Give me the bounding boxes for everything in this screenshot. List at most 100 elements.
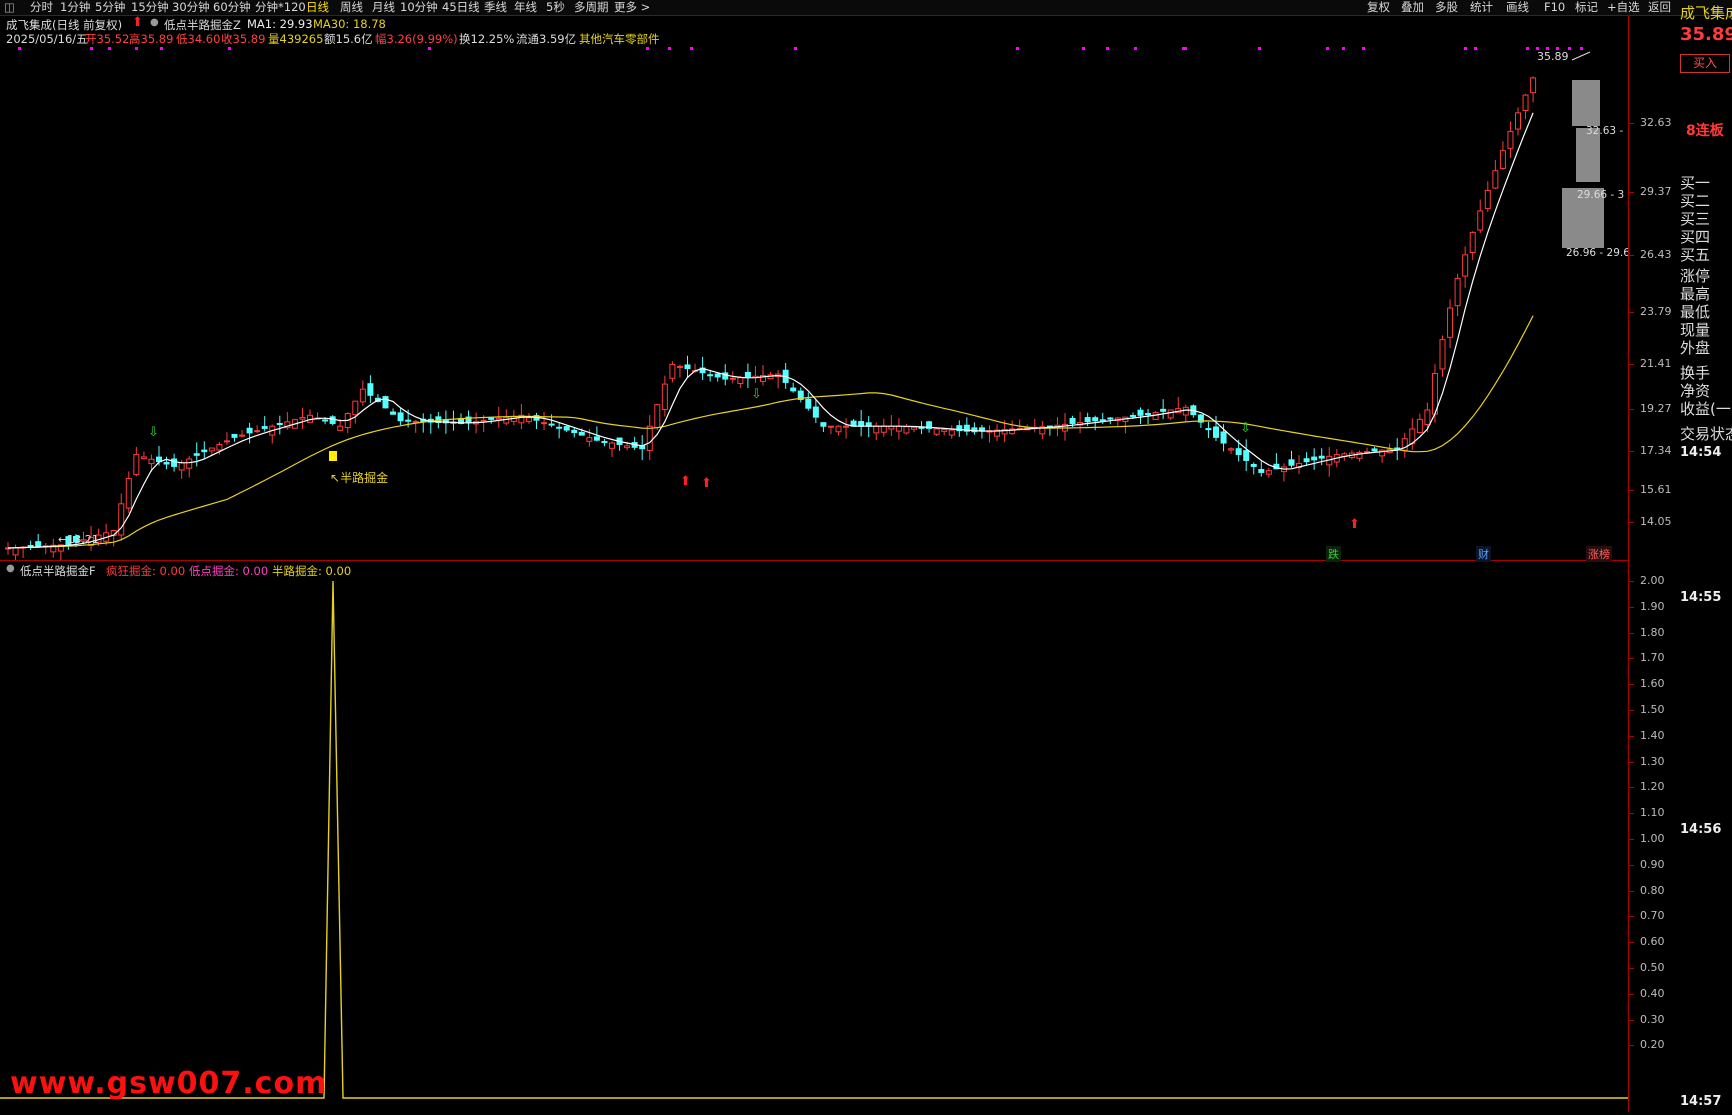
- candle-body[interactable]: [1152, 412, 1159, 420]
- kline-panel[interactable]: ⇩ ⇩ ⇩ ⬆ ⬆ ⬆: [0, 16, 1628, 563]
- candle-body[interactable]: [895, 425, 902, 432]
- candle-body[interactable]: [1084, 417, 1091, 423]
- period-tab-2[interactable]: 5分钟: [95, 0, 125, 15]
- candle-body[interactable]: [1258, 468, 1265, 473]
- candle-body[interactable]: [133, 454, 140, 476]
- candle-body[interactable]: [367, 383, 374, 396]
- candle-body[interactable]: [1099, 419, 1106, 422]
- candle-body[interactable]: [1439, 339, 1446, 370]
- candle-body[interactable]: [27, 545, 34, 548]
- candle-body[interactable]: [873, 425, 880, 434]
- toolbar-button-4[interactable]: 画线: [1506, 0, 1529, 15]
- candle-body[interactable]: [601, 441, 608, 444]
- candle-body[interactable]: [405, 419, 412, 422]
- candle-body[interactable]: [299, 416, 306, 420]
- candle-body[interactable]: [208, 447, 215, 452]
- candle-body[interactable]: [669, 363, 676, 379]
- candle-body[interactable]: [322, 419, 329, 422]
- candle-body[interactable]: [382, 396, 389, 409]
- candle-body[interactable]: [790, 387, 797, 392]
- candle-body[interactable]: [609, 442, 615, 449]
- candle-body[interactable]: [1243, 450, 1250, 461]
- period-tab-10[interactable]: 10分钟: [400, 0, 438, 15]
- toolbar-button-7[interactable]: +自选: [1607, 0, 1640, 15]
- candle-body[interactable]: [231, 433, 238, 438]
- candle-body[interactable]: [140, 456, 147, 460]
- candle-body[interactable]: [35, 541, 42, 547]
- candle-body[interactable]: [276, 422, 283, 425]
- period-tab-14[interactable]: 5秒: [546, 0, 565, 15]
- kline-chart[interactable]: ⇩ ⇩ ⇩ ⬆ ⬆ ⬆: [0, 16, 1628, 563]
- toolbar-button-2[interactable]: 多股: [1435, 0, 1458, 15]
- candle-body[interactable]: [1220, 431, 1227, 444]
- candle-body[interactable]: [171, 458, 178, 467]
- candle-body[interactable]: [525, 417, 532, 423]
- candle-body[interactable]: [1477, 210, 1484, 231]
- candle-body[interactable]: [254, 430, 261, 433]
- badge-fall[interactable]: 跌: [1326, 546, 1341, 562]
- period-tab-11[interactable]: 45日线: [442, 0, 480, 15]
- sub-settings-icon[interactable]: ●: [6, 563, 15, 574]
- buy-button[interactable]: 买入: [1680, 54, 1730, 73]
- candle-body[interactable]: [911, 426, 917, 430]
- candle-body[interactable]: [239, 434, 246, 437]
- candle-body[interactable]: [216, 443, 223, 451]
- candle-body[interactable]: [359, 388, 366, 403]
- candle-body[interactable]: [843, 425, 850, 428]
- candle-body[interactable]: [1092, 417, 1099, 422]
- candle-body[interactable]: [903, 426, 910, 434]
- badge-limit-list[interactable]: 涨榜: [1586, 546, 1612, 562]
- candle-body[interactable]: [1167, 409, 1174, 419]
- period-tab-5[interactable]: 60分钟: [213, 0, 251, 15]
- candle-body[interactable]: [1492, 170, 1499, 189]
- candle-body[interactable]: [1145, 413, 1152, 416]
- period-tab-3[interactable]: 15分钟: [131, 0, 169, 15]
- candle-body[interactable]: [1371, 448, 1378, 452]
- period-tab-7[interactable]: 日线: [306, 0, 329, 15]
- candle-body[interactable]: [1424, 409, 1431, 425]
- candle-body[interactable]: [1530, 77, 1537, 94]
- candle-body[interactable]: [1129, 414, 1136, 417]
- candle-body[interactable]: [390, 411, 397, 415]
- candle-body[interactable]: [1182, 406, 1189, 416]
- candle-body[interactable]: [1454, 277, 1461, 307]
- candle-body[interactable]: [548, 423, 555, 426]
- window-icon[interactable]: ◫: [4, 0, 15, 15]
- candle-body[interactable]: [654, 404, 661, 428]
- candle-body[interactable]: [714, 373, 721, 378]
- candle-body[interactable]: [744, 371, 751, 378]
- candle-body[interactable]: [201, 449, 208, 453]
- candle-body[interactable]: [1137, 409, 1144, 416]
- candle-body[interactable]: [1318, 455, 1325, 459]
- period-tab-8[interactable]: 周线: [340, 0, 363, 15]
- candle-body[interactable]: [148, 458, 155, 465]
- candles[interactable]: [5, 76, 1537, 563]
- candle-body[interactable]: [805, 398, 812, 409]
- candle-body[interactable]: [578, 431, 585, 436]
- candle-body[interactable]: [193, 453, 200, 456]
- period-tab-9[interactable]: 月线: [372, 0, 395, 15]
- candle-body[interactable]: [737, 377, 744, 385]
- period-tab-1[interactable]: 1分钟: [60, 0, 90, 15]
- indicator-chart[interactable]: [0, 561, 1628, 1112]
- candle-body[interactable]: [1311, 456, 1318, 461]
- candle-body[interactable]: [858, 421, 865, 427]
- period-tab-0[interactable]: 分时: [30, 0, 53, 15]
- candle-body[interactable]: [586, 437, 593, 442]
- candle-body[interactable]: [223, 440, 230, 443]
- candle-body[interactable]: [1205, 428, 1212, 431]
- candle-body[interactable]: [661, 383, 668, 411]
- candle-body[interactable]: [1484, 189, 1491, 210]
- period-tab-6[interactable]: 分钟*120: [255, 0, 306, 15]
- candle-body[interactable]: [352, 400, 359, 416]
- candle-body[interactable]: [261, 426, 268, 429]
- candle-body[interactable]: [246, 427, 253, 434]
- candle-body[interactable]: [1469, 231, 1476, 253]
- period-tab-12[interactable]: 季线: [484, 0, 507, 15]
- candle-body[interactable]: [1447, 307, 1454, 338]
- sub-indicator-name[interactable]: 低点半路掘金F: [20, 563, 96, 579]
- candle-body[interactable]: [729, 377, 736, 380]
- badge-finance[interactable]: 财: [1476, 546, 1491, 562]
- candle-body[interactable]: [541, 422, 548, 425]
- candle-body[interactable]: [880, 425, 887, 433]
